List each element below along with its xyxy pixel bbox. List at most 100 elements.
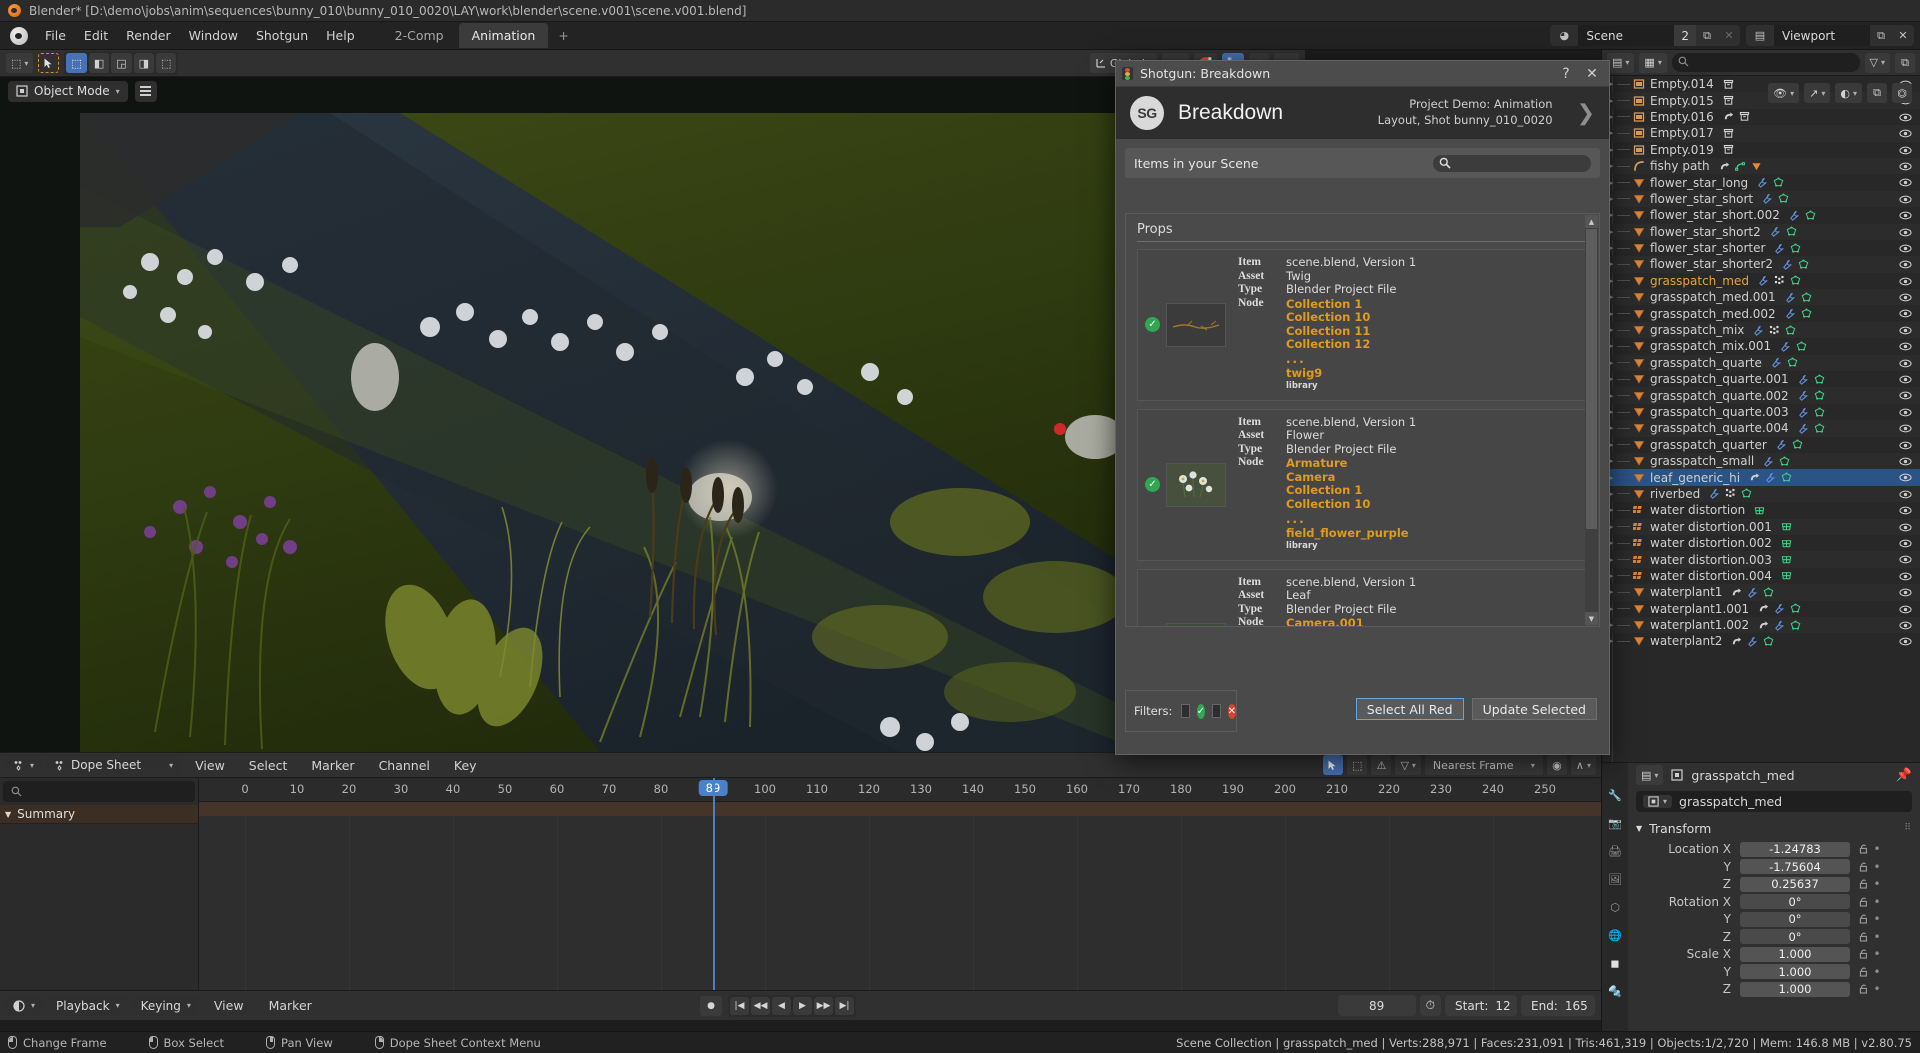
dopesheet-menu-key[interactable]: Key <box>445 755 486 776</box>
breakdown-item-card[interactable]: ✓ Itemscene.blend, Version 1 AssetLeaf T… <box>1137 569 1588 627</box>
dopesheet-editor-type-button[interactable]: ▾ <box>6 755 41 775</box>
box-icon[interactable] <box>1723 95 1734 106</box>
outliner-tree[interactable]: ▶Empty.014▶Empty.015▶Empty.016▶Empty.017… <box>1602 76 1920 762</box>
tab-modifiers[interactable]: 🔩 <box>1607 983 1624 1000</box>
breakdown-item-card[interactable]: ✓ Itemscene.blend, Version 1 AssetFlower… <box>1137 409 1588 561</box>
modifier-icon[interactable] <box>1747 587 1758 598</box>
3d-viewport[interactable] <box>0 77 1305 752</box>
animate-property-dot-icon[interactable]: • <box>1871 895 1883 909</box>
dopesheet-playhead[interactable] <box>713 778 715 990</box>
outliner-new-collection-button[interactable]: ⧉ <box>1895 53 1915 73</box>
particles-icon[interactable] <box>1774 275 1785 286</box>
visibility-eye-icon[interactable] <box>1899 209 1912 222</box>
modifier-icon[interactable] <box>1774 620 1785 631</box>
show-hidden-toggle[interactable]: ⬚ <box>1347 755 1367 775</box>
meshdata-icon[interactable] <box>1786 226 1797 237</box>
visibility-eye-icon[interactable] <box>1899 127 1912 140</box>
outliner-row[interactable]: ▶waterplant2 <box>1602 633 1920 649</box>
modifier-icon[interactable] <box>1762 193 1773 204</box>
use-preview-range-button[interactable]: ⏱ <box>1420 995 1441 1016</box>
modifier-icon[interactable] <box>1765 472 1776 483</box>
lock-icon[interactable] <box>1858 966 1871 978</box>
animate-property-dot-icon[interactable]: • <box>1871 982 1883 996</box>
outliner-row[interactable]: ▶grasspatch_quarte.001 <box>1602 371 1920 387</box>
animate-property-dot-icon[interactable]: • <box>1871 877 1883 891</box>
visibility-eye-icon[interactable] <box>1899 439 1912 452</box>
curvedata-icon[interactable] <box>1735 161 1746 172</box>
dopesheet-channel-list[interactable]: ▼ Summary <box>0 778 199 990</box>
workspace-add-tab-button[interactable]: + <box>550 23 576 48</box>
visibility-eye-icon[interactable] <box>1899 258 1912 271</box>
select-box-button[interactable]: ⬚ <box>66 53 86 73</box>
menu-edit[interactable]: Edit <box>75 24 117 47</box>
start-frame-field[interactable]: Start: 12 <box>1445 995 1517 1016</box>
filter-checkbox-green[interactable] <box>1181 704 1189 718</box>
outliner-row[interactable]: ▶water distortion <box>1602 502 1920 518</box>
drag-handle-icon[interactable]: ⠿ <box>1904 823 1912 833</box>
dopesheet-menu-select[interactable]: Select <box>240 755 297 776</box>
visibility-eye-icon[interactable] <box>1899 471 1912 484</box>
visibility-eye-icon[interactable] <box>1899 406 1912 419</box>
meshdata-icon[interactable] <box>1763 636 1774 647</box>
modifier-icon[interactable] <box>1774 243 1785 254</box>
meshdata-icon[interactable] <box>1798 259 1809 270</box>
outliner-row[interactable]: ▶Empty.019 <box>1602 142 1920 158</box>
editor-type-button[interactable]: ⬚▾ <box>6 53 33 73</box>
visibility-eye-icon[interactable] <box>1899 373 1912 386</box>
timeline-editor-type-button[interactable]: ▾ <box>6 996 42 1016</box>
modifier-icon[interactable] <box>1785 308 1796 319</box>
pin-icon[interactable]: 📌 <box>1896 768 1912 783</box>
outliner-row[interactable]: ▶flower_star_short2 <box>1602 224 1920 240</box>
modifier-icon[interactable] <box>1798 390 1809 401</box>
modifier-icon[interactable] <box>1798 374 1809 385</box>
modifier-icon[interactable] <box>1776 439 1787 450</box>
outliner-row[interactable]: ▶fishy path <box>1602 158 1920 174</box>
animate-property-dot-icon[interactable]: • <box>1871 912 1883 926</box>
select-circle-button[interactable]: ◧ <box>89 53 109 73</box>
modifier-icon[interactable] <box>1763 456 1774 467</box>
tweak-tool-button[interactable] <box>38 53 59 73</box>
modifier-icon[interactable] <box>1780 341 1791 352</box>
scene-unlink-button[interactable]: ✕ <box>1718 25 1740 46</box>
play-button[interactable]: ▶ <box>793 997 812 1015</box>
outliner-row[interactable]: ▶Empty.016 <box>1602 109 1920 125</box>
close-button[interactable]: ✕ <box>1584 66 1600 82</box>
dopesheet-menu-channel[interactable]: Channel <box>370 755 439 776</box>
meshdata-icon[interactable] <box>1779 456 1790 467</box>
xray-toggle-button[interactable]: ⧉ <box>1867 83 1887 103</box>
meshdata-icon[interactable] <box>1801 292 1812 303</box>
visibility-dropdown[interactable]: 👁▾ <box>1768 83 1799 103</box>
meshdata-icon[interactable] <box>1790 620 1801 631</box>
transform-row-value[interactable]: 0° <box>1740 912 1850 927</box>
items-list-scrollbar[interactable]: ▲ ▼ <box>1585 215 1598 625</box>
properties-editor-type-button[interactable]: ▤▾ <box>1636 765 1663 785</box>
dopesheet-mode-dropdown[interactable]: Dope Sheet ▾ <box>47 755 180 775</box>
prev-keyframe-button[interactable]: ◀◀ <box>751 997 770 1015</box>
visibility-eye-icon[interactable] <box>1899 553 1912 566</box>
animate-property-dot-icon[interactable]: • <box>1871 860 1883 874</box>
outliner-row[interactable]: ▶waterplant1 <box>1602 584 1920 600</box>
meshdata-icon[interactable] <box>1801 308 1812 319</box>
dopesheet-menu-marker[interactable]: Marker <box>302 755 363 776</box>
transform-row-value[interactable]: 1.000 <box>1740 964 1850 979</box>
outliner-row[interactable]: ▶grasspatch_quarte.003 <box>1602 404 1920 420</box>
dopesheet-summary-row[interactable]: ▼ Summary <box>0 805 198 824</box>
lock-icon[interactable] <box>1858 896 1871 908</box>
tab-render[interactable]: 📷 <box>1607 815 1624 832</box>
outliner-row[interactable]: ▶grasspatch_med.002 <box>1602 305 1920 321</box>
menu-help[interactable]: Help <box>317 24 364 47</box>
outliner-filter-dropdown[interactable]: ▽▾ <box>1865 53 1890 73</box>
surfdata-icon[interactable] <box>1781 554 1792 565</box>
keyframe-falloff-dropdown[interactable]: ∧▾ <box>1571 755 1596 775</box>
tab-view-layer[interactable]: 🖼 <box>1607 871 1624 888</box>
meshdata-icon[interactable] <box>1781 472 1792 483</box>
animate-property-dot-icon[interactable]: • <box>1871 947 1883 961</box>
meshdata-icon[interactable] <box>1805 210 1816 221</box>
modifier-icon[interactable] <box>1753 325 1764 336</box>
scroll-up-button[interactable]: ▲ <box>1585 215 1598 228</box>
lock-icon[interactable] <box>1858 931 1871 943</box>
outliner-row[interactable]: ▶riverbed <box>1602 486 1920 502</box>
modifier-icon[interactable] <box>1709 488 1720 499</box>
breakdown-item-card[interactable]: ✓ Itemscene.blend, Version 1 AssetTwig T… <box>1137 249 1588 401</box>
select-lasso-button[interactable]: ◲ <box>111 53 131 73</box>
